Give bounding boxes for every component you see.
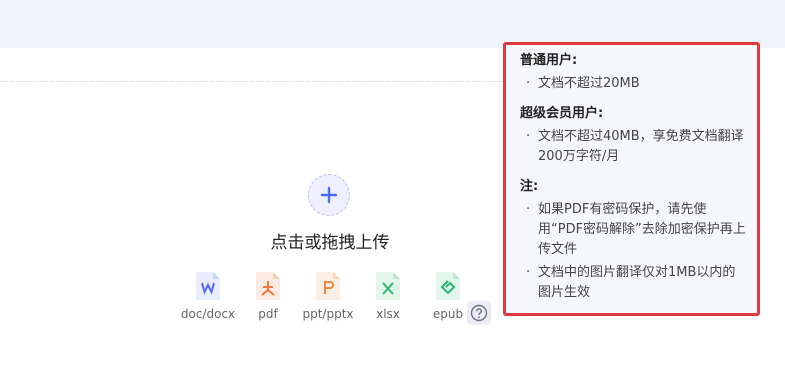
ppt-file-icon [316, 272, 340, 300]
bullet: · [526, 76, 531, 91]
question-icon [470, 304, 488, 322]
bullet: · [526, 129, 531, 144]
item-text: 文档不超过40MB，享免费文档翻译200万字符/月 [538, 129, 744, 164]
note-title: 注: [520, 179, 539, 194]
normal-user-title: 普通用户: [520, 53, 578, 68]
list-item: · 如果PDF有密码保护，请先使用“PDF密码解除”去除加密保护再上传文件 [520, 200, 747, 260]
list-item: · 文档中的图片翻译仅对1MB以内的图片生效 [520, 263, 747, 303]
upload-label[interactable]: 点击或拖拽上传 [250, 228, 410, 253]
bullet: · [526, 202, 531, 217]
help-button[interactable] [467, 301, 491, 325]
list-item: · 文档不超过40MB，享免费文档翻译200万字符/月 [520, 127, 747, 167]
vip-user-title: 超级会员用户: [520, 106, 604, 121]
epub-file-icon [436, 272, 460, 300]
pdf-file-icon [256, 272, 280, 300]
item-text: 文档不超过20MB [538, 76, 640, 91]
excel-file-icon [376, 272, 400, 300]
bullet: · [526, 265, 531, 280]
list-item: · 文档不超过20MB [520, 74, 747, 94]
upload-limits-tooltip: 普通用户: · 文档不超过20MB 超级会员用户: · 文档不超过40MB，享免… [503, 42, 760, 316]
add-file-button[interactable] [308, 174, 350, 216]
item-text: 如果PDF有密码保护，请先使用“PDF密码解除”去除加密保护再上传文件 [538, 202, 746, 257]
upload-area-border [0, 81, 520, 82]
top-band [0, 0, 785, 48]
item-text: 文档中的图片翻译仅对1MB以内的图片生效 [538, 265, 736, 300]
word-file-icon [196, 272, 220, 300]
plus-icon [320, 186, 338, 204]
